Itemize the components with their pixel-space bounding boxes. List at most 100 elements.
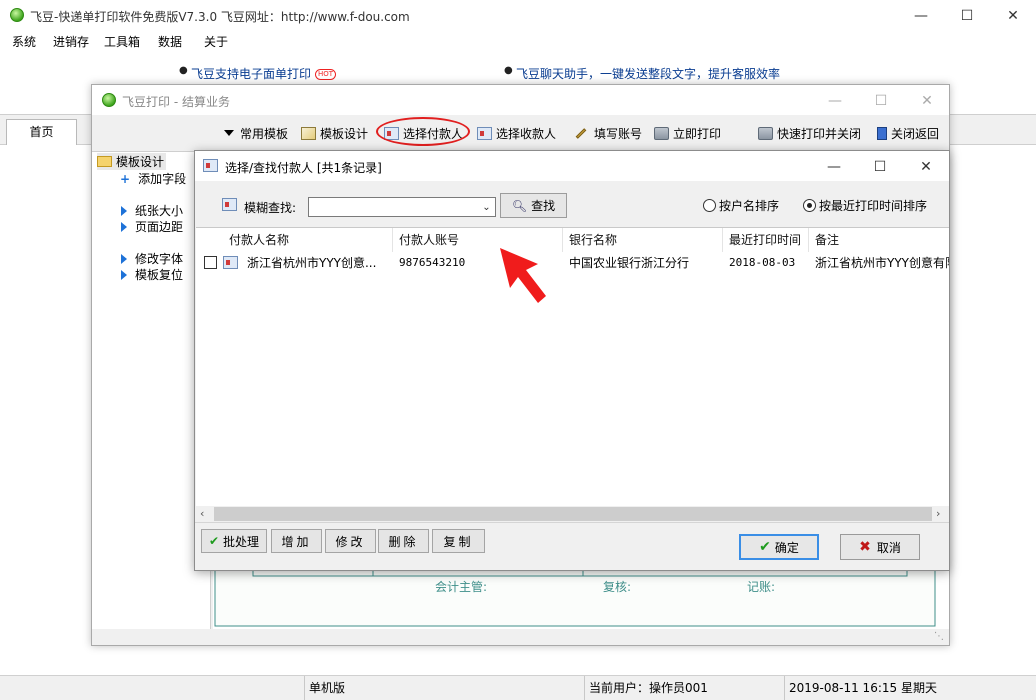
close-back-label: 关闭返回	[891, 126, 940, 141]
main-statusbar: 单机版 当前用户：操作员001 2019-08-11 16:15 星期天	[0, 675, 1036, 700]
radio-selected-icon	[803, 199, 816, 212]
maximize-icon[interactable]: ☐	[858, 85, 904, 116]
app-logo-icon	[102, 93, 116, 107]
dialog-titlebar: 选择/查找付款人 [共1条记录] — ☐ ✕	[195, 151, 949, 181]
sort-by-name-radio[interactable]: 按户名排序	[703, 197, 779, 214]
tree-item-page-margin[interactable]: 页面边距	[121, 218, 183, 235]
banner-link-eorder[interactable]: 飞豆支持电子面单打印 HOT	[191, 65, 337, 82]
cancel-button[interactable]: ✖ 取消	[840, 534, 920, 560]
quick-print-close-button[interactable]: 快速打印并关闭	[758, 124, 861, 142]
tree-root-template-design[interactable]: 模板设计	[97, 153, 167, 170]
settlement-titlebar: 飞豆打印 - 结算业务 — ☐ ✕	[92, 85, 949, 115]
fill-account-button[interactable]: 填写账号	[575, 124, 642, 142]
scroll-left-icon[interactable]: ‹	[200, 507, 204, 520]
edit-button[interactable]: 修改	[325, 529, 376, 553]
close-icon[interactable]: ✕	[990, 0, 1036, 31]
menu-about[interactable]: 关于	[204, 33, 228, 50]
resize-grip-icon[interactable]: ⋱	[934, 631, 944, 642]
cell-bank-name: 中国农业银行浙江分行	[569, 256, 690, 270]
sort-by-name-label: 按户名排序	[719, 199, 780, 213]
template-design-icon	[301, 126, 316, 140]
sort-by-recent-radio[interactable]: 按最近打印时间排序	[803, 197, 927, 214]
settlement-window-title: 飞豆打印 - 结算业务	[122, 95, 230, 109]
settlement-statusbar: ⋱	[92, 629, 949, 645]
common-templates-button[interactable]: 常用模板	[224, 124, 288, 142]
card-icon	[477, 126, 492, 140]
minimize-icon[interactable]: —	[812, 85, 858, 116]
menu-toolbox[interactable]: 工具箱	[104, 33, 140, 50]
add-button[interactable]: 增加	[271, 529, 322, 553]
print-now-button[interactable]: 立即打印	[654, 124, 721, 142]
close-icon: ✖	[859, 539, 871, 555]
app-logo-icon	[10, 8, 24, 22]
tree-item-reset-template[interactable]: 模板复位	[121, 266, 183, 283]
payer-grid: 付款人名称 付款人账号 银行名称 最近打印时间 备注 浙江省杭州市YYY创意..…	[196, 227, 949, 521]
fill-account-label: 填写账号	[594, 126, 643, 141]
check-icon: ✔	[208, 534, 220, 548]
status-user: 当前用户：操作员001	[584, 676, 784, 700]
delete-button[interactable]: 删除	[378, 529, 429, 553]
tree-root-label: 模板设计	[116, 155, 165, 169]
col-header-bank-name[interactable]: 银行名称	[563, 228, 723, 252]
reviewer-label: 复核:	[603, 580, 632, 594]
red-arrow-icon	[500, 248, 546, 303]
scrollbar-thumb[interactable]	[214, 507, 932, 521]
minimize-icon[interactable]: —	[811, 151, 857, 182]
dialog-search-bar: 模糊查找: ⌄ 🔍︎ 查找 按户名排序 按最近打印时间排序	[195, 181, 949, 227]
chevron-down-icon[interactable]: ⌄	[478, 198, 495, 216]
tree-item-add-field[interactable]: + 添加字段	[120, 170, 186, 187]
menu-data[interactable]: 数据	[158, 33, 182, 50]
banner-link-chat[interactable]: 飞豆聊天助手，一键发送整段文字，提升客服效率	[516, 65, 780, 82]
cell-note: 浙江省杭州市YYY创意有限	[815, 256, 949, 270]
col-header-last-print[interactable]: 最近打印时间	[723, 228, 809, 252]
close-icon[interactable]: ✕	[903, 151, 949, 182]
check-icon: ✔	[759, 539, 771, 555]
search-input[interactable]	[308, 197, 496, 217]
menu-system[interactable]: 系统	[12, 33, 36, 50]
col-header-note[interactable]: 备注	[809, 228, 949, 252]
exit-icon	[877, 126, 887, 140]
close-icon[interactable]: ✕	[904, 85, 950, 116]
hot-badge: HOT	[315, 69, 337, 80]
minimize-icon[interactable]: —	[898, 0, 944, 31]
menu-inventory[interactable]: 进销存	[53, 33, 89, 50]
arrow-right-icon	[121, 206, 127, 216]
horizontal-scrollbar[interactable]: ‹ ›	[196, 506, 949, 521]
maximize-icon[interactable]: ☐	[857, 151, 903, 182]
tree-item-change-font[interactable]: 修改字体	[121, 250, 183, 267]
dialog-footer: ✔ 批处理 增加 修改 删除 复制 ✔ 确定 ✖ 取消	[195, 522, 949, 570]
status-datetime: 2019-08-11 16:15 星期天	[784, 676, 1036, 700]
sort-by-recent-label: 按最近打印时间排序	[819, 199, 928, 213]
tree-item-paper-size[interactable]: 纸张大小	[121, 202, 183, 219]
arrow-right-icon	[121, 254, 127, 264]
tree-item-label: 模板复位	[135, 268, 184, 282]
col-header-payer-name[interactable]: 付款人名称	[223, 228, 393, 252]
radio-icon	[703, 199, 716, 212]
row-checkbox[interactable]	[204, 256, 217, 269]
plus-icon: +	[120, 172, 131, 186]
card-icon	[222, 198, 237, 211]
tree-item-label: 页面边距	[135, 220, 184, 234]
close-back-button[interactable]: 关闭返回	[877, 124, 939, 142]
tree-item-label: 纸张大小	[135, 204, 184, 218]
folder-icon	[97, 156, 112, 167]
arrow-right-icon	[121, 270, 127, 280]
select-payee-button[interactable]: 选择收款人	[477, 124, 556, 142]
tab-home[interactable]: 首页	[6, 119, 77, 145]
main-titlebar: 飞豆-快递单打印软件免费版V7.3.0 飞豆网址：http://www.f-do…	[0, 0, 1036, 31]
card-icon	[203, 159, 218, 172]
main-window-title: 飞豆-快递单打印软件免费版V7.3.0 飞豆网址：http://www.f-do…	[30, 10, 410, 24]
status-mode: 单机版	[304, 676, 584, 700]
dropdown-arrow-icon	[224, 130, 234, 136]
copy-button[interactable]: 复制	[432, 529, 485, 553]
dialog-title: 选择/查找付款人 [共1条记录]	[225, 161, 382, 175]
maximize-icon[interactable]: ☐	[944, 0, 990, 31]
search-button[interactable]: 🔍︎ 查找	[500, 193, 567, 218]
red-highlight-circle	[376, 117, 470, 146]
select-payee-label: 选择收款人	[496, 126, 557, 141]
scroll-right-icon[interactable]: ›	[936, 507, 940, 520]
batch-button[interactable]: ✔ 批处理	[201, 529, 267, 553]
template-design-button[interactable]: 模板设计	[301, 124, 368, 142]
bullet-icon: ●	[179, 65, 188, 76]
ok-button[interactable]: ✔ 确定	[739, 534, 819, 560]
